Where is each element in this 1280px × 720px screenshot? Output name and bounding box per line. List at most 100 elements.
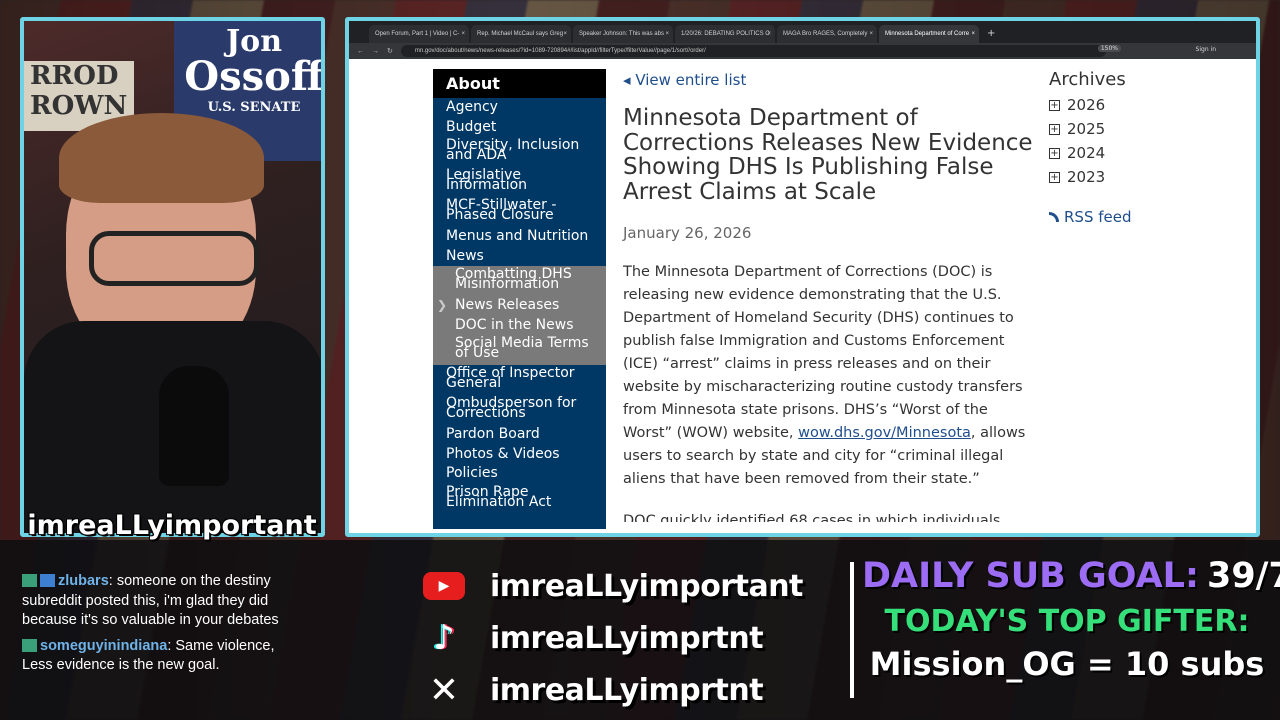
chat-badge-icon [22, 574, 37, 587]
webcam-feed: RROD ROWN Jon Ossoff U.S. SENATE [20, 17, 325, 537]
paragraph-text: The Minnesota Department of Corrections … [623, 264, 1023, 441]
back-link-label: View entire list [635, 71, 747, 89]
rss-feed-link[interactable]: RSS feed [1049, 208, 1239, 226]
browser-tab[interactable]: Open Forum, Part 1 | Video | C- × [369, 25, 469, 43]
sidebar-item-menus[interactable]: Menus and Nutrition [433, 227, 606, 247]
streamer-hair [59, 113, 264, 203]
article-paragraph-partial: DOC quickly identified 68 cases in which… [623, 513, 1001, 522]
expand-plus-icon[interactable]: + [1049, 147, 1060, 159]
social-row-tiktok: ♪ imreaLLyimprtnt [422, 612, 842, 664]
url-field[interactable]: mn.gov/doc/about/news/news-releases/?id=… [400, 45, 1106, 57]
chat-message: zlubars: someone on the destiny subreddi… [22, 573, 279, 628]
browser-tab[interactable]: MAGA Bro RAGES, Completely × [777, 25, 877, 43]
archive-year-label: 2023 [1067, 168, 1106, 186]
sidebar-subitem-label: News Releases [455, 297, 560, 313]
sub-goal-value: 39/75 [1206, 556, 1280, 596]
wow-dhs-link[interactable]: wow.dhs.gov/Minnesota [798, 425, 971, 441]
sidebar-item-budget[interactable]: Budget [433, 118, 606, 138]
chat-badge-icon [22, 638, 37, 652]
tab-label: Minnesota Department of Corre [885, 31, 970, 37]
web-page: About Agency Budget Diversity, Inclusion… [349, 59, 1256, 533]
view-entire-list-link[interactable]: ◂ View entire list [623, 71, 1033, 89]
social-row-x: ✕ imreaLLyimprtnt [422, 664, 842, 716]
close-tab-icon[interactable]: × [665, 25, 669, 43]
tab-label: 1/20/26: DEBATING POLITICS C [681, 31, 770, 37]
sidebar-item-pardon-board[interactable]: Pardon Board [433, 425, 606, 445]
top-gifter-value: Mission_OG = 10 subs [869, 645, 1265, 683]
streamer-name-label: imreaLLyimportant [27, 510, 317, 541]
chat-overlay: zlubars: someone on the destiny subreddi… [22, 572, 307, 682]
close-tab-icon[interactable]: × [869, 25, 873, 43]
article-title: Minnesota Department of Corrections Rele… [623, 105, 1033, 205]
tab-label: Open Forum, Part 1 | Video | C- [375, 31, 460, 37]
article-date: January 26, 2026 [623, 224, 752, 242]
social-handles: ▶ imreaLLyimportant ♪ imreaLLyimprtnt ✕ … [422, 560, 842, 716]
social-row-youtube: ▶ imreaLLyimportant [422, 560, 842, 612]
sidebar-item-mcf-stillwater[interactable]: MCF-Stillwater - Phased Closure [433, 197, 606, 227]
tab-label: Rep. Michael McCaul says Greg [477, 31, 564, 37]
expand-plus-icon[interactable]: + [1049, 123, 1060, 135]
expand-plus-icon[interactable]: + [1049, 171, 1060, 183]
sidebar-item-prea[interactable]: Prison Rape Elimination Act [433, 484, 606, 514]
archive-year-2023[interactable]: +2023 [1049, 168, 1239, 186]
sidebar-item-policies[interactable]: Policies [433, 464, 606, 484]
archive-year-label: 2024 [1067, 144, 1106, 162]
tiktok-handle: imreaLLyimprtnt [490, 620, 764, 656]
close-tab-icon[interactable]: × [971, 25, 975, 43]
rss-label: RSS feed [1064, 208, 1132, 226]
rss-icon [1049, 212, 1059, 222]
top-gifter-label: TODAY'S TOP GIFTER: [884, 604, 1250, 639]
archives-panel: Archives +2026 +2025 +2024 +2023 RSS fee… [1049, 69, 1239, 226]
poster-left-text: RROD ROWN [30, 61, 128, 121]
browser-tab[interactable]: Rep. Michael McCaul says Greg × [471, 25, 571, 43]
new-tab-icon[interactable]: + [981, 25, 995, 43]
poster-line3: U.S. SENATE [207, 100, 301, 115]
forward-arrow-icon[interactable]: → [372, 48, 379, 55]
sidebar-item-diversity[interactable]: Diversity, Inclusion and ADA [433, 137, 606, 167]
chat-message: someguyinindiana: Same violence, Less ev… [22, 637, 275, 673]
browser-tab-active[interactable]: Minnesota Department of Corre × [879, 25, 979, 43]
close-tab-icon[interactable]: × [461, 25, 465, 43]
caret-left-icon: ◂ [623, 71, 636, 89]
sidebar-item-legislative[interactable]: Legislative Information [433, 167, 606, 197]
archive-year-label: 2025 [1067, 120, 1106, 138]
tiktok-icon: ♪ [433, 618, 455, 658]
sidebar-item-ombudsperson[interactable]: Ombudsperson for Corrections [433, 395, 606, 425]
chat-username: someguyinindiana [40, 637, 168, 654]
browser-tab[interactable]: Speaker Johnson: This was abs × [573, 25, 673, 43]
sidebar-item-news[interactable]: News [433, 247, 606, 267]
poster-line2: Ossoff [184, 53, 324, 100]
x-handle: imreaLLyimprtnt [490, 672, 764, 708]
close-tab-icon[interactable]: × [563, 25, 567, 43]
sidebar-item-agency[interactable]: Agency [433, 98, 606, 118]
tab-label: MAGA Bro RAGES, Completely [783, 31, 868, 37]
overlay-divider [850, 562, 854, 698]
expand-plus-icon[interactable]: + [1049, 99, 1060, 111]
close-tab-icon[interactable]: × [767, 25, 771, 43]
sub-goal-panel: DAILY SUB GOAL:39/75 TODAY'S TOP GIFTER:… [862, 556, 1280, 683]
article-paragraph: The Minnesota Department of Corrections … [623, 261, 1033, 491]
sidebar-subitem-doc-in-news[interactable]: DOC in the News [433, 315, 606, 335]
sub-goal-label: DAILY SUB GOAL: [862, 556, 1199, 596]
browser-tab[interactable]: 1/20/26: DEBATING POLITICS C × [675, 25, 775, 43]
reload-icon[interactable]: ↻ [387, 47, 393, 55]
archive-year-2026[interactable]: +2026 [1049, 96, 1239, 114]
sidebar-subitem-combatting-dhs[interactable]: Combatting DHS Misinformation [433, 266, 606, 296]
x-icon: ✕ [428, 669, 460, 711]
sidebar-subitem-social-media[interactable]: Social Media Terms of Use [433, 335, 606, 365]
sign-in-button[interactable]: Sign in [1196, 46, 1216, 53]
sidebar-item-inspector-general[interactable]: Office of Inspector General [433, 365, 606, 395]
back-arrow-icon[interactable]: ← [357, 48, 364, 55]
zoom-indicator[interactable]: 150% [1097, 45, 1121, 52]
archive-year-2024[interactable]: +2024 [1049, 144, 1239, 162]
about-sidebar: About Agency Budget Diversity, Inclusion… [433, 69, 606, 529]
chat-badge-icon [40, 574, 55, 587]
youtube-icon: ▶ [422, 566, 466, 606]
archive-year-2025[interactable]: +2025 [1049, 120, 1239, 138]
chevron-right-icon: ❯ [437, 298, 448, 312]
archive-year-label: 2026 [1067, 96, 1106, 114]
sidebar-subitem-news-releases[interactable]: ❯ News Releases [433, 296, 606, 316]
tab-label: Speaker Johnson: This was abs [579, 31, 664, 37]
sidebar-item-photos-videos[interactable]: Photos & Videos [433, 445, 606, 465]
microphone [159, 366, 229, 486]
